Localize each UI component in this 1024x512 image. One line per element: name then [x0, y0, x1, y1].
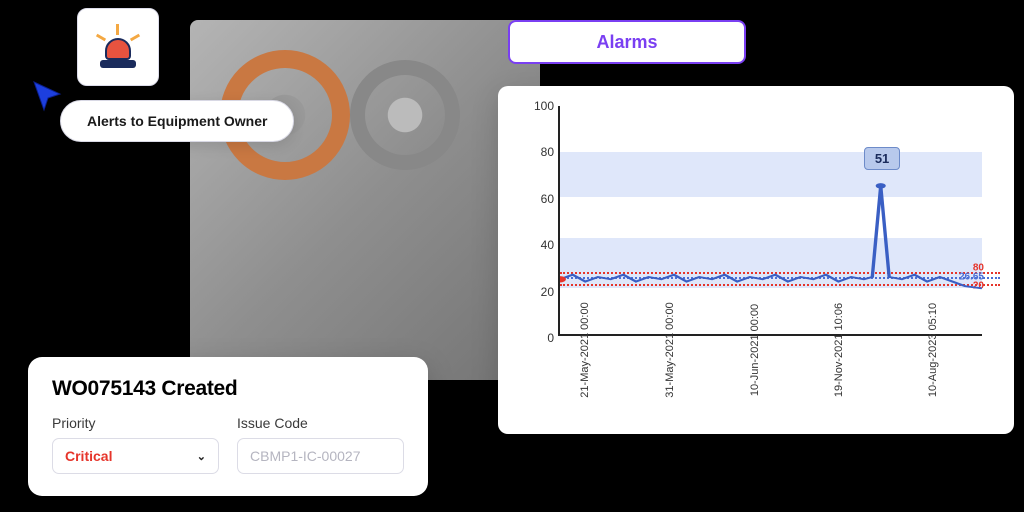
x-tick-label: 19-Nov-2021 10:06 [833, 303, 845, 397]
alarms-chart-card: 80 26.65 20 51 0 20 40 60 80 100 21-May-2021 … [498, 86, 1014, 434]
chevron-down-icon: ⌄ [197, 450, 206, 463]
y-tick-label: 100 [528, 99, 554, 113]
y-tick-label: 20 [528, 285, 554, 299]
x-tick-label: 10-Jun-2021 00:00 [749, 304, 761, 396]
x-tick-label: 10-Aug-2023 05:10 [927, 303, 939, 397]
equipment-wheel [350, 60, 460, 170]
alarms-chart[interactable]: 80 26.65 20 51 0 20 40 60 80 100 21-May-2021 … [504, 100, 1002, 426]
work-order-card: WO075143 Created Priority Critical ⌄ Iss… [28, 357, 428, 496]
alarms-header[interactable]: Alarms [508, 20, 746, 64]
x-tick-label: 21-May-2021 00:00 [579, 302, 591, 397]
alert-icon-card [77, 8, 159, 86]
y-tick-label: 40 [528, 238, 554, 252]
chart-tooltip: 51 [864, 147, 900, 170]
chart-line [560, 106, 982, 334]
x-tick-label: 31-May-2021 00:00 [664, 302, 676, 397]
issue-code-input[interactable]: CBMP1-IC-00027 [237, 438, 404, 474]
issue-code-label: Issue Code [237, 415, 404, 431]
alerts-pill[interactable]: Alerts to Equipment Owner [60, 100, 294, 142]
priority-label: Priority [52, 415, 219, 431]
priority-select[interactable]: Critical ⌄ [52, 438, 219, 474]
cursor-icon [30, 78, 66, 114]
priority-value: Critical [65, 448, 112, 464]
y-tick-label: 80 [528, 145, 554, 159]
chart-plot-area: 80 26.65 20 51 [558, 106, 982, 336]
siren-icon [96, 26, 140, 68]
y-tick-label: 60 [528, 192, 554, 206]
y-tick-label: 0 [528, 331, 554, 345]
work-order-title: WO075143 Created [52, 377, 404, 401]
issue-code-value: CBMP1-IC-00027 [250, 448, 361, 464]
